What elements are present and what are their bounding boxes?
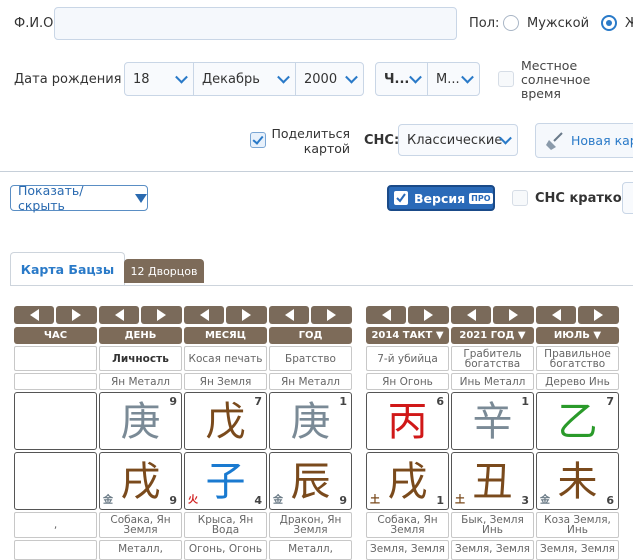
stem-element-cell: Дерево Инь (536, 373, 619, 390)
bazi-chart: ЧАС, ДЕНЬ Личность Ян Металл 庚 9 戌 9 金 Собака, Ян… (0, 0, 633, 560)
next-arrow-button[interactable] (311, 306, 352, 324)
prev-arrow-button[interactable] (366, 306, 406, 324)
branch-number: 9 (169, 494, 177, 507)
column-header: ЧАС (14, 327, 97, 344)
arrow-right-icon (594, 309, 603, 321)
branch-element-glyph: 火 (188, 495, 198, 506)
prev-arrow-button[interactable] (184, 306, 224, 324)
ten-god-cell: Правильное богатство (536, 346, 619, 371)
arrow-left-icon (466, 309, 476, 321)
hidden-stems-cell: Огонь, Огонь (184, 540, 267, 560)
arrow-right-icon (327, 309, 336, 321)
next-arrow-button[interactable] (408, 306, 449, 324)
stem-element-cell: Ян Земля (184, 373, 267, 390)
hidden-stems-cell: Земля, Земля (366, 540, 449, 560)
earthly-branch-cell[interactable]: 子4火 (184, 452, 267, 510)
arrow-right-icon (242, 309, 251, 321)
heavenly-stem-cell[interactable]: 辛1 (451, 392, 534, 450)
next-arrow-button[interactable] (226, 306, 267, 324)
branch-name-cell: Бык, Земля Инь (451, 512, 534, 538)
stem-element-cell: Инь Металл (451, 373, 534, 390)
ten-god-cell: Личность (99, 346, 182, 371)
earthly-branch-cell[interactable]: 戌1土 (366, 452, 449, 510)
stem-element-cell: Ян Металл (269, 373, 352, 390)
column-header: ГОД (269, 327, 352, 344)
arrow-left-icon (29, 309, 39, 321)
branch-element-glyph: 金 (103, 495, 113, 506)
arrow-right-icon (157, 309, 166, 321)
ten-god-cell: Косая печать (184, 346, 267, 371)
heavenly-stem-cell[interactable]: 丙6 (366, 392, 449, 450)
branch-name-cell: , (14, 512, 97, 538)
next-arrow-button[interactable] (56, 306, 97, 324)
arrow-right-icon (509, 309, 518, 321)
arrow-left-icon (199, 309, 209, 321)
prev-arrow-button[interactable] (536, 306, 576, 324)
hidden-stems-cell (14, 540, 97, 560)
branch-number: 1 (436, 494, 444, 507)
branch-element-glyph: 金 (273, 495, 283, 506)
branch-name-cell: Собака, Ян Земля (99, 512, 182, 538)
branch-element-glyph: 土 (455, 495, 465, 506)
branch-number: 6 (606, 494, 614, 507)
arrow-right-icon (72, 309, 81, 321)
prev-arrow-button[interactable] (99, 306, 139, 324)
column-header[interactable]: 2021 ГОД ▼ (451, 327, 534, 344)
prev-arrow-button[interactable] (269, 306, 309, 324)
earthly-branch-cell[interactable]: 辰9金 (269, 452, 352, 510)
branch-name-cell: Коза Земля, Инь (536, 512, 619, 538)
branch-element-glyph: 金 (540, 495, 550, 506)
hidden-stems-cell: Земля, Земля (536, 540, 619, 560)
stem-element-cell: Ян Огонь (366, 373, 449, 390)
prev-arrow-button[interactable] (451, 306, 491, 324)
branch-name-cell: Крыса, Ян Вода (184, 512, 267, 538)
stem-number: 7 (606, 395, 614, 408)
branch-element-glyph: 土 (370, 495, 380, 506)
heavenly-stem-cell[interactable] (14, 392, 97, 450)
stem-number: 6 (436, 395, 444, 408)
ten-god-cell (14, 346, 97, 371)
earthly-branch-cell[interactable]: 未6金 (536, 452, 619, 510)
heavenly-stem-cell[interactable]: 戊7 (184, 392, 267, 450)
column-header[interactable]: 2014 ТАКТ ▼ (366, 327, 449, 344)
branch-number: 9 (339, 494, 347, 507)
heavenly-stem-cell[interactable]: 庚9 (99, 392, 182, 450)
ten-god-cell: 7-й убийца (366, 346, 449, 371)
arrow-right-icon (424, 309, 433, 321)
ten-god-cell: Братство (269, 346, 352, 371)
heavenly-stem-cell[interactable]: 乙7 (536, 392, 619, 450)
stem-element-cell (14, 373, 97, 390)
hidden-stems-cell: Металл, (99, 540, 182, 560)
earthly-branch-cell[interactable]: 戌9金 (99, 452, 182, 510)
heavenly-stem-cell[interactable]: 庚1 (269, 392, 352, 450)
column-header: МЕСЯЦ (184, 327, 267, 344)
stem-number: 1 (339, 395, 347, 408)
earthly-branch-cell[interactable]: 丑3土 (451, 452, 534, 510)
arrow-left-icon (551, 309, 561, 321)
column-header: ДЕНЬ (99, 327, 182, 344)
branch-name-cell: Дракон, Ян Земля (269, 512, 352, 538)
next-arrow-button[interactable] (141, 306, 182, 324)
next-arrow-button[interactable] (578, 306, 619, 324)
hidden-stems-cell: Металл, (269, 540, 352, 560)
stem-element-cell: Ян Металл (99, 373, 182, 390)
next-arrow-button[interactable] (493, 306, 534, 324)
column-header[interactable]: ИЮЛЬ ▼ (536, 327, 619, 344)
hidden-stems-cell: Земля, Земля (451, 540, 534, 560)
stem-number: 9 (169, 395, 177, 408)
prev-arrow-button[interactable] (14, 306, 54, 324)
ten-god-cell: Грабитель богатства (451, 346, 534, 371)
arrow-left-icon (381, 309, 391, 321)
arrow-left-icon (284, 309, 294, 321)
arrow-left-icon (114, 309, 124, 321)
branch-number: 3 (521, 494, 529, 507)
stem-number: 7 (254, 395, 262, 408)
stem-number: 1 (521, 395, 529, 408)
branch-number: 4 (254, 494, 262, 507)
branch-name-cell: Собака, Ян Земля (366, 512, 449, 538)
earthly-branch-cell[interactable] (14, 452, 97, 510)
